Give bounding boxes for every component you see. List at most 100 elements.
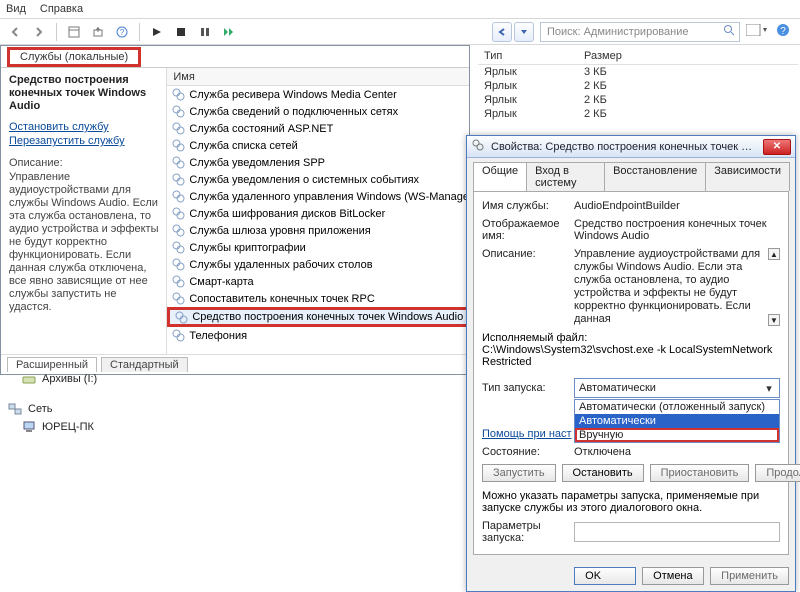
gear-icon [171, 224, 185, 238]
pause-icon[interactable] [194, 21, 216, 43]
service-item[interactable]: Служба сведений о подключенных сетях [167, 103, 469, 120]
close-button[interactable]: ✕ [763, 139, 791, 155]
nav-back-icon[interactable] [492, 22, 512, 42]
params-hint: Можно указать параметры запуска, применя… [482, 490, 780, 514]
service-item[interactable]: Служба ресивера Windows Media Center [167, 86, 469, 103]
tree-label: Архивы (I:) [42, 373, 97, 385]
nav-dropdown-icon[interactable] [514, 22, 534, 42]
restart-icon[interactable] [218, 21, 240, 43]
service-item[interactable]: Службы удаленных рабочих столов [167, 256, 469, 273]
btn-cancel[interactable]: Отмена [642, 567, 704, 585]
service-description: Управление аудиоустройствами для службы … [9, 171, 160, 314]
col-size[interactable]: Размер [578, 48, 628, 64]
search-icon [723, 24, 735, 39]
link-help-startup[interactable]: Помощь при наст [482, 428, 572, 440]
service-item[interactable]: Телефония [167, 327, 469, 344]
tree-item-pc[interactable]: ЮРЕЦ-ПК [22, 418, 208, 436]
stop-icon[interactable] [170, 21, 192, 43]
tab-dependencies[interactable]: Зависимости [705, 162, 790, 191]
explorer-row[interactable]: Ярлык3 КБ [478, 65, 798, 79]
input-start-params[interactable] [574, 522, 780, 542]
label-exe: Исполняемый файл: [482, 332, 780, 344]
svg-text:?: ? [120, 28, 125, 37]
explorer-row[interactable]: Ярлык2 КБ [478, 93, 798, 107]
tab-general[interactable]: Общие [473, 162, 527, 191]
dd-option-auto[interactable]: Автоматически [575, 414, 779, 428]
menu-bar: Вид Справка [0, 0, 800, 19]
column-header-name[interactable]: Имя [167, 68, 469, 86]
service-item-label: Смарт-карта [189, 276, 253, 288]
btn-stop[interactable]: Остановить [562, 464, 644, 482]
service-item[interactable]: Служба уведомления о системных событиях [167, 171, 469, 188]
service-item[interactable]: Смарт-карта [167, 273, 469, 290]
dd-option-manual[interactable]: Вручную [575, 428, 779, 442]
dialog-titlebar[interactable]: Свойства: Средство построения конечных т… [467, 136, 795, 158]
menu-help[interactable]: Справка [40, 3, 83, 15]
view-options-icon[interactable] [746, 24, 768, 39]
tab-logon[interactable]: Вход в систему [526, 162, 605, 191]
service-item[interactable]: Средство построения конечных точек Windo… [167, 307, 469, 327]
gear-icon [171, 88, 185, 102]
toolbar: ? [0, 21, 244, 43]
gear-icon [171, 139, 185, 153]
startup-type-combo[interactable]: Автоматически ▾ Автоматически (отложенны… [574, 378, 780, 398]
help-icon[interactable]: ? [111, 21, 133, 43]
play-icon[interactable] [146, 21, 168, 43]
tree-item-network[interactable]: Сеть [8, 400, 208, 418]
gear-icon [171, 207, 185, 221]
btn-ok[interactable]: OK [574, 567, 636, 585]
service-item-label: Службы удаленных рабочих столов [189, 259, 372, 271]
cell-type: Ярлык [478, 65, 578, 79]
explorer-row[interactable]: Ярлык2 КБ [478, 107, 798, 121]
btn-pause[interactable]: Приостановить [650, 464, 750, 482]
back-icon[interactable] [4, 21, 26, 43]
service-item[interactable]: Служба уведомления SPP [167, 154, 469, 171]
btn-apply[interactable]: Применить [710, 567, 789, 585]
service-item-label: Служба сведений о подключенных сетях [189, 106, 398, 118]
link-stop-service[interactable]: Остановить службу [9, 121, 160, 133]
menu-view[interactable]: Вид [6, 3, 26, 15]
explorer-row[interactable]: Ярлык2 КБ [478, 79, 798, 93]
service-item[interactable]: Служба шлюза уровня приложения [167, 222, 469, 239]
gear-icon [171, 173, 185, 187]
help-icon-right[interactable]: ? [776, 23, 790, 40]
col-type[interactable]: Тип [478, 48, 578, 64]
cell-size: 3 КБ [578, 65, 613, 79]
service-item[interactable]: Служба шифрования дисков BitLocker [167, 205, 469, 222]
search-input[interactable] [545, 25, 719, 39]
search-box[interactable] [540, 22, 740, 42]
export-icon[interactable] [87, 21, 109, 43]
tree-label: Сеть [28, 403, 52, 415]
link-restart-service[interactable]: Перезапустить службу [9, 135, 160, 147]
gear-icon [171, 275, 185, 289]
service-item[interactable]: Служба удаленного управления Windows (WS… [167, 188, 469, 205]
value-display-name: Средство построения конечных точек Windo… [574, 218, 780, 242]
computer-icon [22, 420, 36, 434]
dd-option-auto-delayed[interactable]: Автоматически (отложенный запуск) [575, 400, 779, 414]
service-item[interactable]: Сопоставитель конечных точек RPC [167, 290, 469, 307]
service-item[interactable]: Службы криптографии [167, 239, 469, 256]
gear-icon [171, 292, 185, 306]
btn-start[interactable]: Запустить [482, 464, 556, 482]
scroll-down-icon[interactable]: ▼ [768, 314, 780, 326]
service-item-label: Служба состояний ASP.NET [189, 123, 333, 135]
gear-icon [171, 156, 185, 170]
service-item-label: Службы криптографии [189, 242, 305, 254]
scroll-up-icon[interactable]: ▲ [768, 248, 780, 260]
drive-icon [22, 372, 36, 386]
service-list[interactable]: Служба ресивера Windows Media Center Служ… [167, 86, 469, 354]
service-item[interactable]: Служба списка сетей [167, 137, 469, 154]
folder-tree: Архивы (I:) Сеть ЮРЕЦ-ПК [8, 370, 208, 436]
tab-services-local[interactable]: Службы (локальные) [7, 47, 141, 67]
service-item[interactable]: Служба состояний ASP.NET [167, 120, 469, 137]
service-item-label: Служба шлюза уровня приложения [189, 225, 370, 237]
value-exe: C:\Windows\System32\svchost.exe -k Local… [482, 344, 780, 368]
desc-label: Описание: [9, 157, 160, 169]
tab-recovery[interactable]: Восстановление [604, 162, 706, 191]
explorer-listing: Тип Размер Ярлык3 КБЯрлык2 КБЯрлык2 КБЯр… [478, 48, 798, 121]
tree-item-archives[interactable]: Архивы (I:) [22, 370, 208, 388]
btn-resume[interactable]: Продолжить [755, 464, 800, 482]
app-icon [471, 138, 485, 155]
properties-icon[interactable] [63, 21, 85, 43]
forward-icon[interactable] [28, 21, 50, 43]
